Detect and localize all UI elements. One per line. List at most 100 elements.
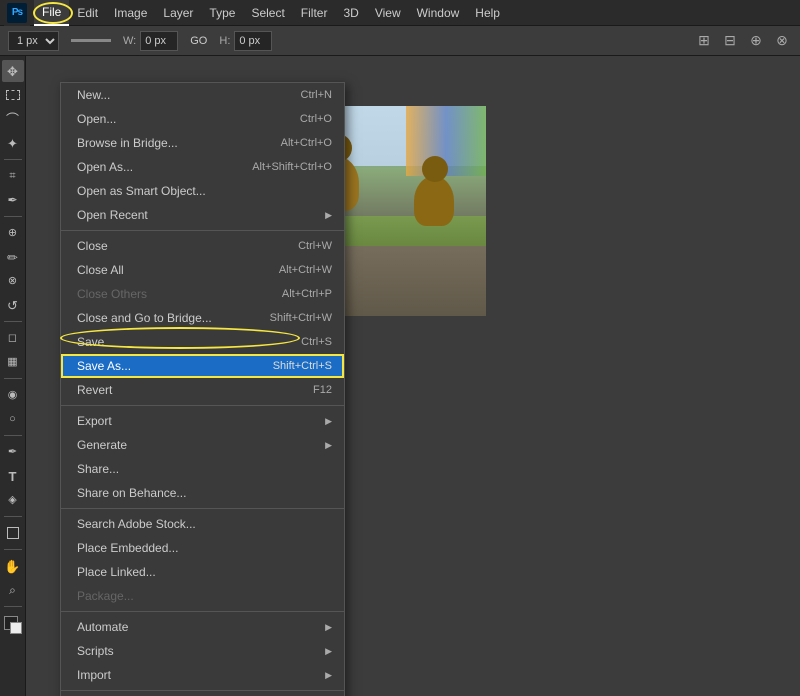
menu-item-open-as[interactable]: Open As... Alt+Shift+Ctrl+O: [61, 155, 344, 179]
crop-icon: ⌗: [9, 171, 15, 182]
menu-item-close-all[interactable]: Close All Alt+Ctrl+W: [61, 258, 344, 282]
menu-file[interactable]: File: [34, 0, 69, 26]
menu-item-automate-label: Automate: [77, 620, 128, 634]
text-icon: T: [9, 470, 17, 483]
menu-edit[interactable]: Edit: [69, 0, 106, 26]
menu-item-automate[interactable]: Automate: [61, 615, 344, 639]
menu-item-scripts[interactable]: Scripts: [61, 639, 344, 663]
tool-shape[interactable]: [2, 522, 24, 544]
tool-crop[interactable]: ⌗: [2, 165, 24, 187]
tool-magic-wand[interactable]: ✦: [2, 132, 24, 154]
size-select[interactable]: 1 px: [8, 31, 59, 51]
menu-item-open-shortcut: Ctrl+O: [300, 113, 332, 125]
menu-item-place-linked[interactable]: Place Linked...: [61, 560, 344, 584]
menu-filter[interactable]: Filter: [293, 0, 336, 26]
options-icon-4[interactable]: ⊗: [772, 31, 792, 51]
menu-item-place-embedded[interactable]: Place Embedded...: [61, 536, 344, 560]
width-label: W:: [123, 35, 136, 47]
menu-item-close-bridge-label: Close and Go to Bridge...: [77, 311, 212, 325]
tool-sep-1: [4, 159, 22, 160]
menu-item-revert[interactable]: Revert F12: [61, 378, 344, 402]
tool-eyedropper[interactable]: ✒: [2, 189, 24, 211]
menu-item-generate[interactable]: Generate: [61, 433, 344, 457]
color-boxes[interactable]: [2, 614, 24, 636]
menu-item-save-as-shortcut: Shift+Ctrl+S: [273, 360, 332, 372]
menu-item-open-as-label: Open As...: [77, 160, 133, 174]
height-label: H:: [219, 35, 230, 47]
app-logo: Ps: [4, 0, 30, 26]
tool-hand[interactable]: ✋: [2, 555, 24, 577]
file-dropdown-menu: New... Ctrl+N Open... Ctrl+O Browse in B…: [60, 82, 345, 696]
tool-eraser[interactable]: ◻: [2, 327, 24, 349]
menu-item-browse-label: Browse in Bridge...: [77, 136, 178, 150]
options-icon-2[interactable]: ⊟: [720, 31, 740, 51]
tool-lasso[interactable]: ⌒: [2, 108, 24, 130]
menu-item-import[interactable]: Import: [61, 663, 344, 687]
shape-icon: [7, 527, 19, 539]
tool-path-select[interactable]: ◈: [2, 489, 24, 511]
wand-icon: ✦: [7, 137, 18, 150]
menu-item-share-behance[interactable]: Share on Behance...: [61, 481, 344, 505]
size-group: 1 px: [8, 31, 59, 51]
menu-item-search-stock[interactable]: Search Adobe Stock...: [61, 512, 344, 536]
menu-item-save[interactable]: Save Ctrl+S: [61, 330, 344, 354]
tool-brush[interactable]: ✏: [2, 246, 24, 268]
sep-4: [61, 611, 344, 612]
menu-help[interactable]: Help: [467, 0, 508, 26]
tool-move[interactable]: ✥: [2, 60, 24, 82]
tool-sep-7: [4, 549, 22, 550]
width-input[interactable]: [140, 31, 178, 51]
dog-right-head: [422, 156, 448, 182]
menu-layer[interactable]: Layer: [155, 0, 201, 26]
tool-text[interactable]: T: [2, 465, 24, 487]
tool-history[interactable]: ↺: [2, 294, 24, 316]
go-button[interactable]: GO: [186, 35, 211, 47]
tool-zoom[interactable]: ⌕: [2, 579, 24, 601]
menu-item-place-linked-label: Place Linked...: [77, 565, 156, 579]
width-group: W:: [123, 31, 178, 51]
sep-2: [61, 405, 344, 406]
tool-dodge[interactable]: ○: [2, 408, 24, 430]
tool-pen[interactable]: ✒: [2, 441, 24, 463]
menu-item-save-as[interactable]: Save As... Shift+Ctrl+S: [61, 354, 344, 378]
menu-item-browse[interactable]: Browse in Bridge... Alt+Ctrl+O: [61, 131, 344, 155]
menu-item-new-shortcut: Ctrl+N: [301, 89, 332, 101]
eyedropper-icon: ✒: [7, 194, 17, 206]
content-area: New... Ctrl+N Open... Ctrl+O Browse in B…: [26, 56, 800, 696]
menu-image[interactable]: Image: [106, 0, 155, 26]
menu-item-close-bridge[interactable]: Close and Go to Bridge... Shift+Ctrl+W: [61, 306, 344, 330]
menu-view[interactable]: View: [367, 0, 409, 26]
healing-icon: ⊕: [8, 228, 17, 239]
menu-item-new[interactable]: New... Ctrl+N: [61, 83, 344, 107]
tool-healing[interactable]: ⊕: [2, 222, 24, 244]
background-color[interactable]: [10, 622, 22, 634]
menu-type[interactable]: Type: [201, 0, 243, 26]
menu-window[interactable]: Window: [409, 0, 468, 26]
menu-item-open-smart-label: Open as Smart Object...: [77, 184, 206, 198]
tool-clone[interactable]: ⊗: [2, 270, 24, 292]
blur-icon: ◉: [8, 390, 18, 401]
menu-item-close-bridge-shortcut: Shift+Ctrl+W: [270, 312, 332, 324]
menu-item-export[interactable]: Export: [61, 409, 344, 433]
menu-item-new-label: New...: [77, 88, 110, 102]
height-input[interactable]: [234, 31, 272, 51]
gradient-icon: ▦: [7, 357, 17, 368]
menu-item-search-stock-label: Search Adobe Stock...: [77, 517, 196, 531]
menu-select[interactable]: Select: [243, 0, 292, 26]
options-icon-3[interactable]: ⊕: [746, 31, 766, 51]
sep-3: [61, 508, 344, 509]
menu-item-package: Package...: [61, 584, 344, 608]
menu-item-close[interactable]: Close Ctrl+W: [61, 234, 344, 258]
options-icon-1[interactable]: ⊞: [694, 31, 714, 51]
tool-gradient[interactable]: ▦: [2, 351, 24, 373]
tool-select-rect[interactable]: [2, 84, 24, 106]
menu-item-open-recent-label: Open Recent: [77, 208, 148, 222]
menu-item-open-smart[interactable]: Open as Smart Object...: [61, 179, 344, 203]
menu-item-share[interactable]: Share...: [61, 457, 344, 481]
menu-item-open-recent[interactable]: Open Recent: [61, 203, 344, 227]
menu-item-close-others: Close Others Alt+Ctrl+P: [61, 282, 344, 306]
tool-blur[interactable]: ◉: [2, 384, 24, 406]
menu-3d[interactable]: 3D: [335, 0, 366, 26]
tool-sep-8: [4, 606, 22, 607]
menu-item-open[interactable]: Open... Ctrl+O: [61, 107, 344, 131]
